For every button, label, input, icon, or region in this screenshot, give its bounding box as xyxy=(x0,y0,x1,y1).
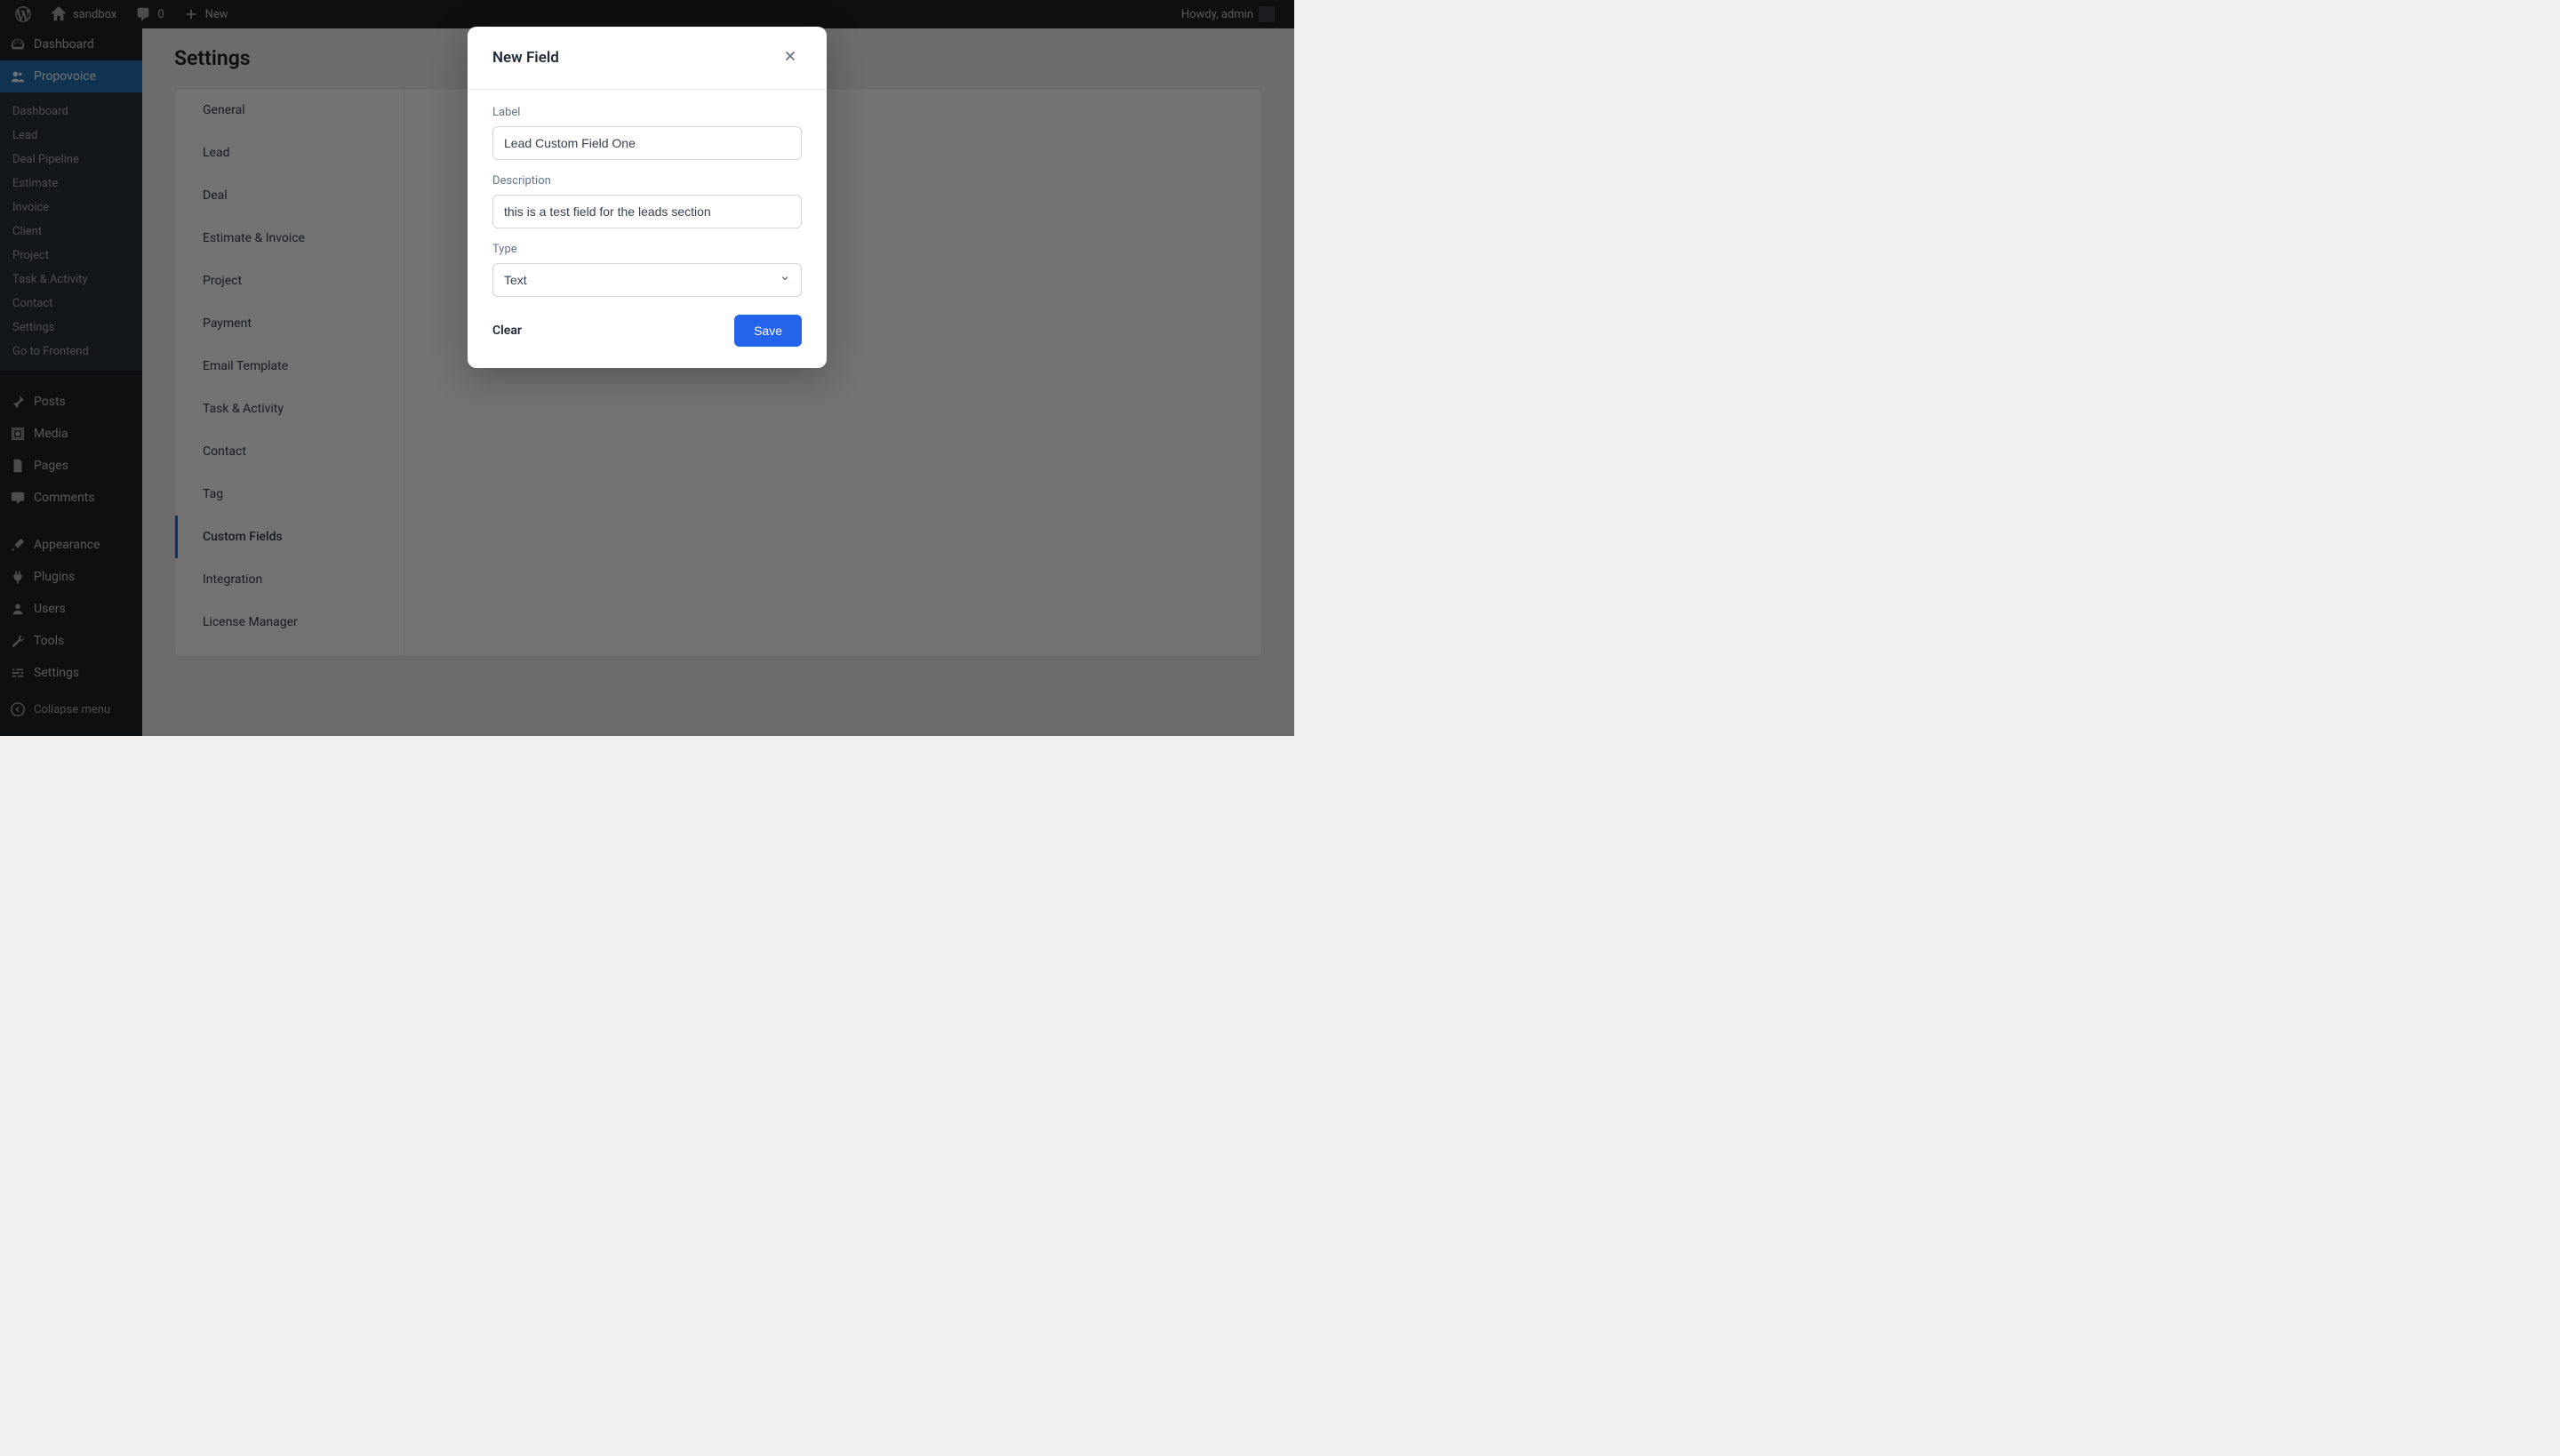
close-icon xyxy=(782,54,798,68)
modal-body: Label Description Type Text C xyxy=(468,90,827,368)
field-type-group: Type Text xyxy=(492,243,802,297)
type-select[interactable]: Text xyxy=(492,263,802,297)
modal-overlay[interactable]: New Field Label Description Type Text xyxy=(0,0,1294,736)
close-button[interactable] xyxy=(779,44,802,71)
label-input[interactable] xyxy=(492,126,802,160)
modal-title: New Field xyxy=(492,49,559,67)
description-input[interactable] xyxy=(492,195,802,228)
new-field-modal: New Field Label Description Type Text xyxy=(468,27,827,368)
field-description-group: Description xyxy=(492,174,802,228)
clear-button[interactable]: Clear xyxy=(492,324,522,338)
field-label-group: Label xyxy=(492,106,802,160)
type-label: Type xyxy=(492,243,802,256)
type-select-wrap: Text xyxy=(492,263,802,297)
modal-actions: Clear Save xyxy=(492,315,802,347)
save-button[interactable]: Save xyxy=(734,315,802,347)
label-label: Label xyxy=(492,106,802,119)
modal-header: New Field xyxy=(468,27,827,90)
description-label: Description xyxy=(492,174,802,188)
